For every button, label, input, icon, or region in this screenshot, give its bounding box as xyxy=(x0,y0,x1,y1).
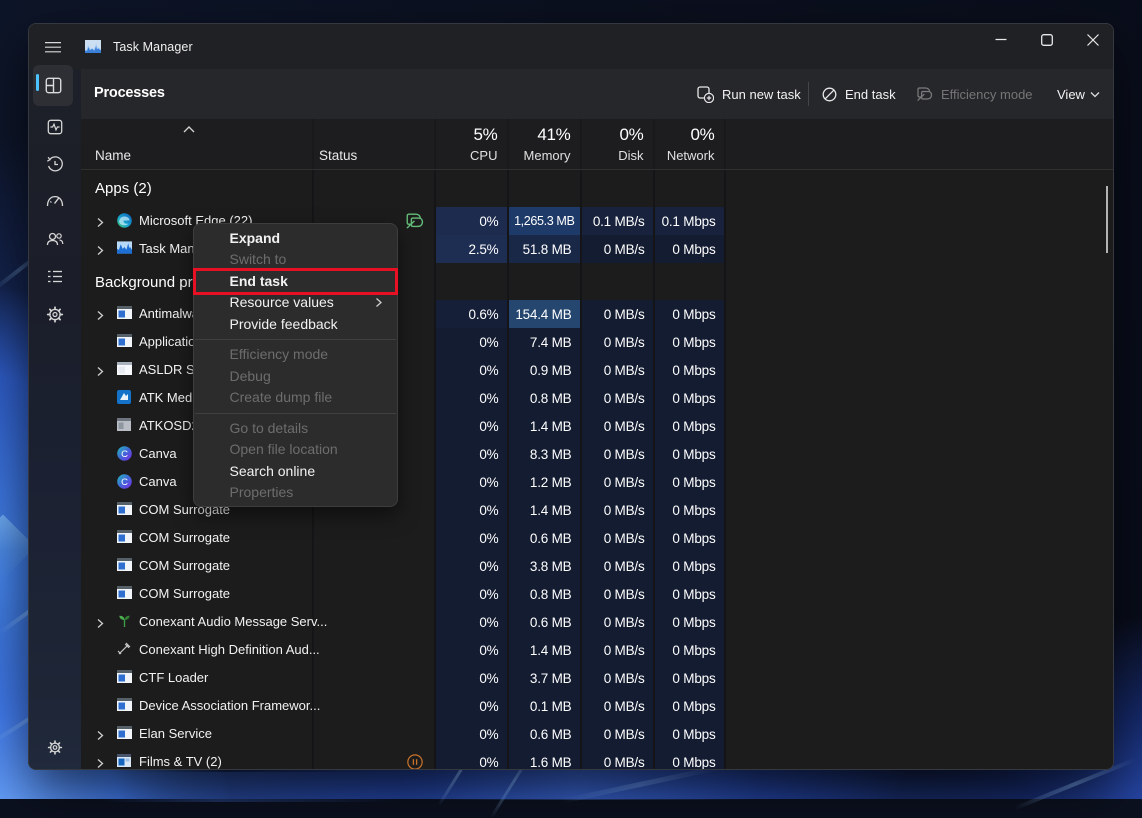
svg-text:C: C xyxy=(121,449,128,460)
svg-text:C: C xyxy=(121,477,128,488)
